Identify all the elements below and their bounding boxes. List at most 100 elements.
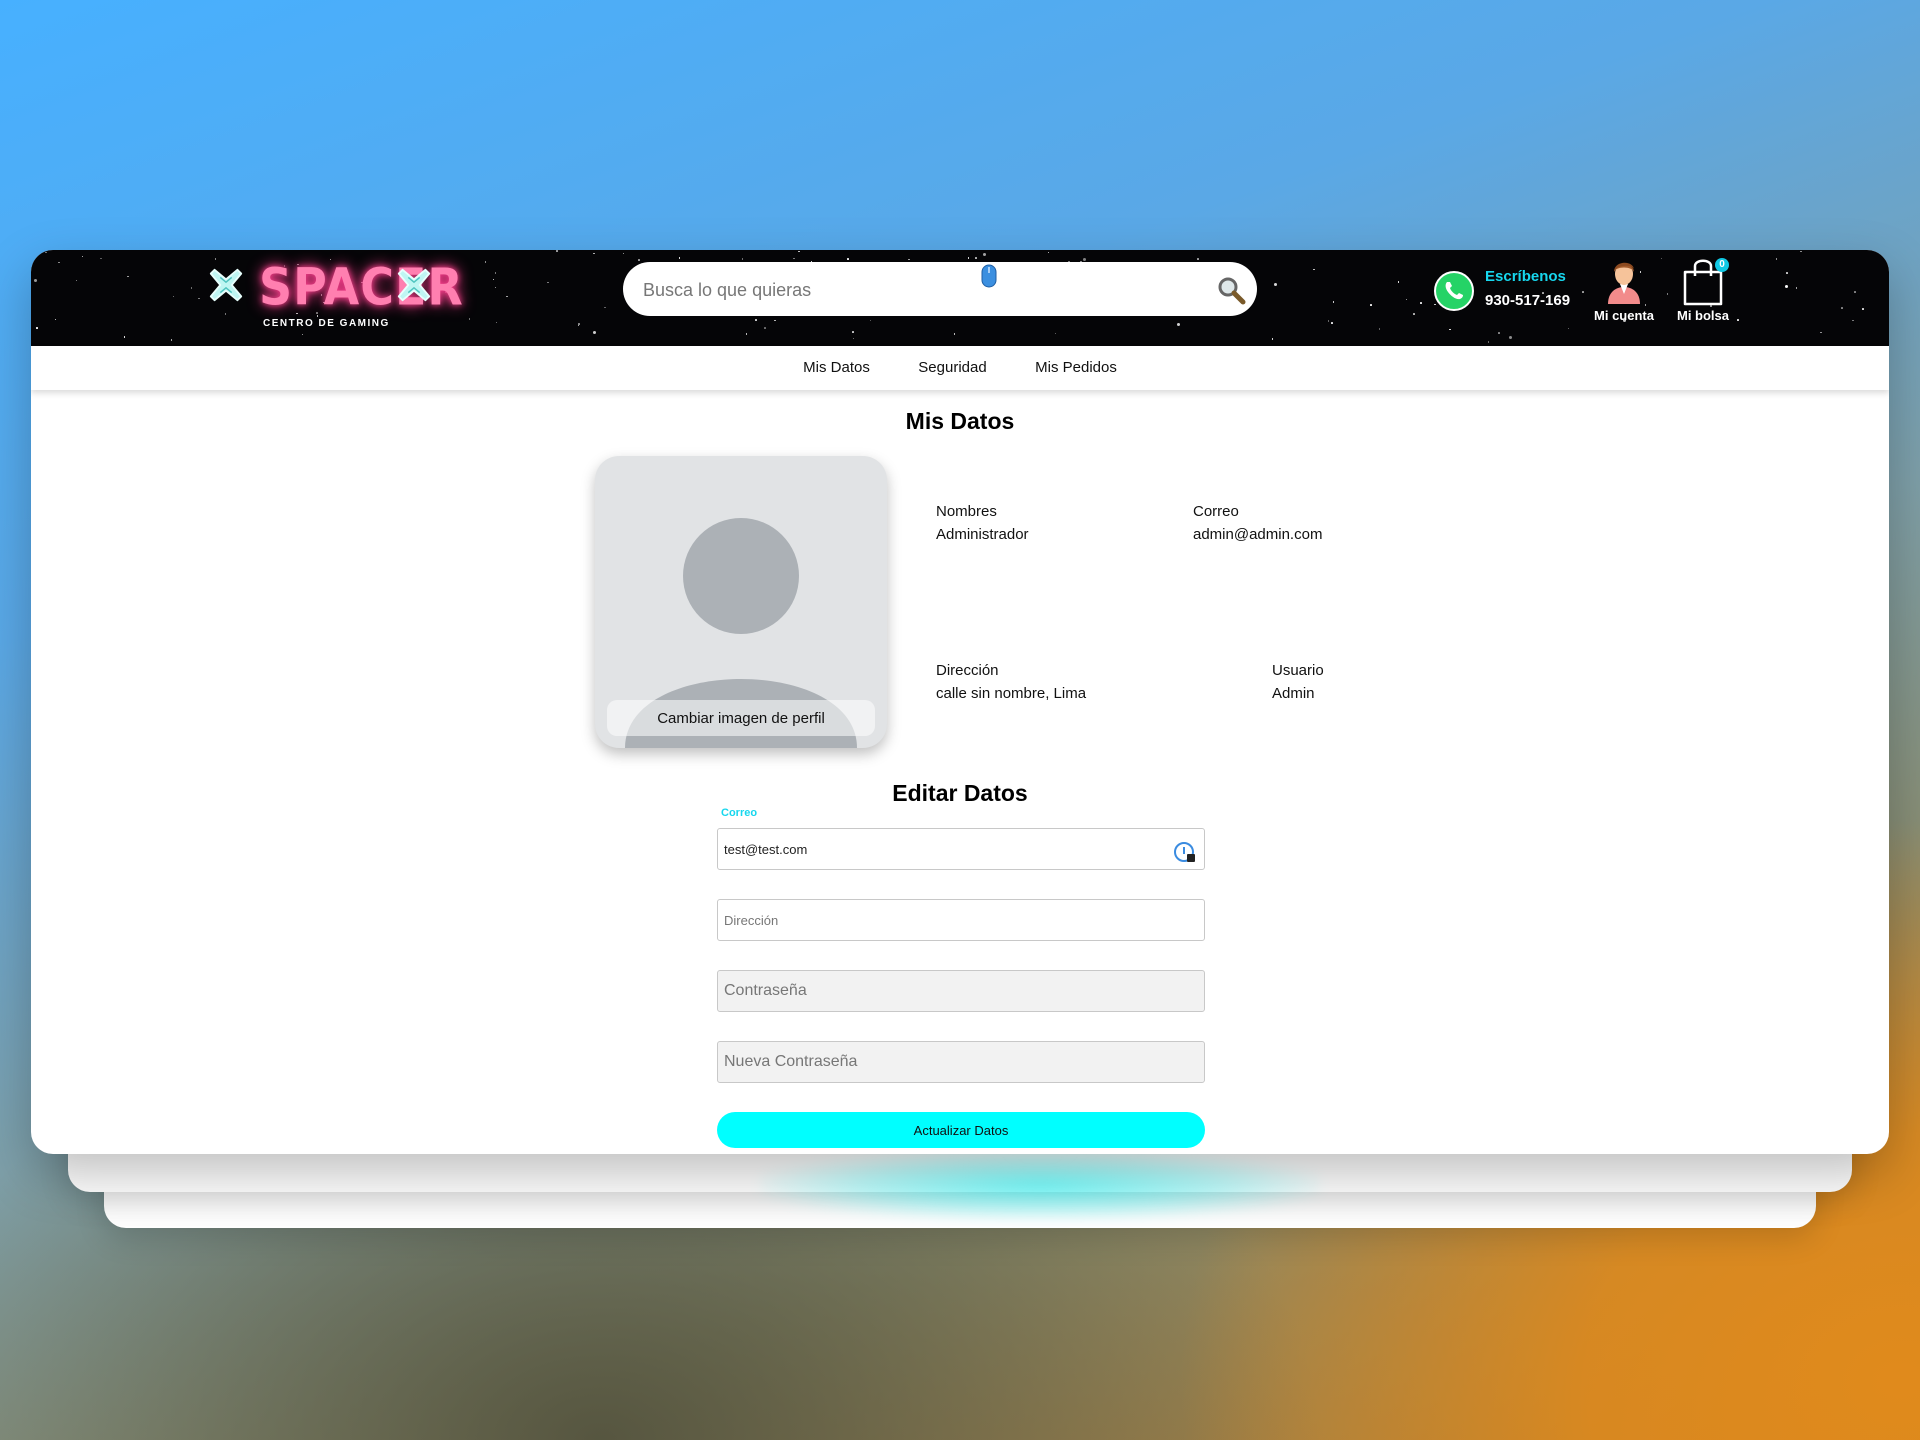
password-manager-icon[interactable] bbox=[1173, 840, 1197, 864]
star bbox=[592, 331, 596, 335]
search-bar bbox=[623, 262, 1257, 318]
my-account-link[interactable]: Mi cuenta bbox=[1587, 254, 1661, 338]
star bbox=[1660, 257, 1663, 260]
star bbox=[745, 333, 748, 335]
star bbox=[1795, 287, 1798, 289]
shopping-bag-link[interactable]: 0 Mi bolsa bbox=[1667, 254, 1739, 338]
star bbox=[982, 253, 986, 257]
star bbox=[678, 257, 681, 259]
star bbox=[1274, 282, 1278, 286]
star bbox=[198, 297, 200, 300]
profile-title: Mis Datos bbox=[905, 408, 1015, 434]
password-field[interactable] bbox=[717, 970, 1205, 1012]
star bbox=[494, 272, 497, 274]
search-input[interactable] bbox=[641, 262, 1205, 318]
star bbox=[1197, 258, 1199, 260]
star bbox=[484, 261, 487, 263]
star bbox=[170, 339, 173, 341]
star bbox=[547, 281, 549, 284]
star bbox=[45, 251, 47, 254]
star bbox=[908, 258, 910, 261]
brand-tagline: CENTRO DE GAMING bbox=[263, 318, 390, 329]
star bbox=[100, 257, 102, 260]
star bbox=[1800, 250, 1802, 253]
brand-logo[interactable]: SPACER CENTRO DE GAMING bbox=[207, 257, 467, 338]
star bbox=[1775, 258, 1778, 260]
star bbox=[953, 333, 956, 335]
star bbox=[1413, 313, 1415, 315]
star bbox=[1449, 328, 1451, 331]
profile-photo-card: Cambiar imagen de perfil bbox=[595, 456, 887, 748]
star bbox=[1820, 331, 1822, 333]
star bbox=[172, 295, 175, 298]
star bbox=[494, 286, 497, 289]
star bbox=[1487, 341, 1490, 343]
account-tabs: Mis Datos Seguridad Mis Pedidos bbox=[31, 346, 1889, 390]
star bbox=[1082, 257, 1086, 261]
usuario-label: Usuario bbox=[1272, 662, 1324, 679]
star bbox=[755, 319, 757, 321]
cursor-mouse-icon bbox=[981, 264, 997, 288]
star bbox=[975, 257, 977, 259]
star bbox=[495, 321, 498, 324]
star bbox=[1313, 268, 1315, 271]
star bbox=[1332, 301, 1335, 303]
star bbox=[852, 331, 854, 333]
star bbox=[847, 258, 849, 260]
contact-title: Escríbenos bbox=[1485, 268, 1566, 285]
star bbox=[1786, 272, 1788, 274]
star bbox=[577, 324, 579, 327]
star bbox=[1331, 322, 1333, 324]
whatsapp-icon bbox=[1434, 271, 1474, 311]
star bbox=[492, 278, 495, 281]
nombres-label: Nombres bbox=[936, 503, 997, 520]
star bbox=[1327, 320, 1330, 322]
update-data-button[interactable]: Actualizar Datos bbox=[717, 1112, 1205, 1148]
star bbox=[1854, 291, 1856, 293]
star bbox=[1420, 302, 1422, 304]
star bbox=[741, 258, 744, 260]
star bbox=[1841, 307, 1843, 309]
tab-mis-datos[interactable]: Mis Datos bbox=[803, 346, 870, 390]
star bbox=[1862, 308, 1864, 310]
star bbox=[1405, 298, 1408, 300]
star bbox=[75, 279, 78, 282]
star bbox=[81, 255, 84, 258]
new-password-field[interactable] bbox=[717, 1041, 1205, 1083]
star bbox=[1271, 338, 1273, 340]
star bbox=[127, 275, 129, 278]
tab-seguridad[interactable]: Seguridad bbox=[918, 346, 986, 390]
brand-name: SPACER bbox=[259, 257, 464, 317]
shopping-bag-icon: 0 bbox=[1679, 254, 1729, 306]
star bbox=[1176, 322, 1180, 326]
direccion-label: Dirección bbox=[936, 662, 999, 679]
contact-phone: 930-517-169 bbox=[1485, 292, 1571, 309]
star bbox=[506, 295, 508, 298]
star bbox=[36, 327, 38, 329]
address-field[interactable] bbox=[717, 899, 1205, 941]
nombres-value: Administrador bbox=[936, 526, 1029, 543]
cross-emblem-icon bbox=[397, 268, 431, 302]
email-field[interactable] bbox=[717, 828, 1205, 870]
change-profile-image-button[interactable]: Cambiar imagen de perfil bbox=[607, 700, 875, 736]
star bbox=[852, 337, 855, 340]
star bbox=[58, 261, 60, 264]
my-bag-label: Mi bolsa bbox=[1676, 308, 1729, 323]
star bbox=[1852, 319, 1854, 322]
star bbox=[1878, 251, 1880, 253]
star bbox=[556, 250, 558, 252]
edit-title: Editar Datos bbox=[892, 780, 1028, 806]
site-header: SPACER CENTRO DE GAMING Escríbenos bbox=[31, 250, 1889, 346]
usuario-value: Admin bbox=[1272, 685, 1315, 702]
search-icon[interactable] bbox=[1215, 274, 1247, 306]
star bbox=[622, 252, 625, 255]
star bbox=[793, 257, 795, 260]
star bbox=[774, 319, 776, 322]
direccion-value: calle sin nombre, Lima bbox=[936, 685, 1087, 702]
button-glow bbox=[760, 1150, 1320, 1220]
tab-mis-pedidos[interactable]: Mis Pedidos bbox=[1035, 346, 1117, 390]
user-avatar-icon bbox=[1608, 262, 1640, 304]
my-account-label: Mi cuenta bbox=[1594, 308, 1654, 323]
star bbox=[468, 318, 471, 320]
star bbox=[190, 287, 193, 289]
